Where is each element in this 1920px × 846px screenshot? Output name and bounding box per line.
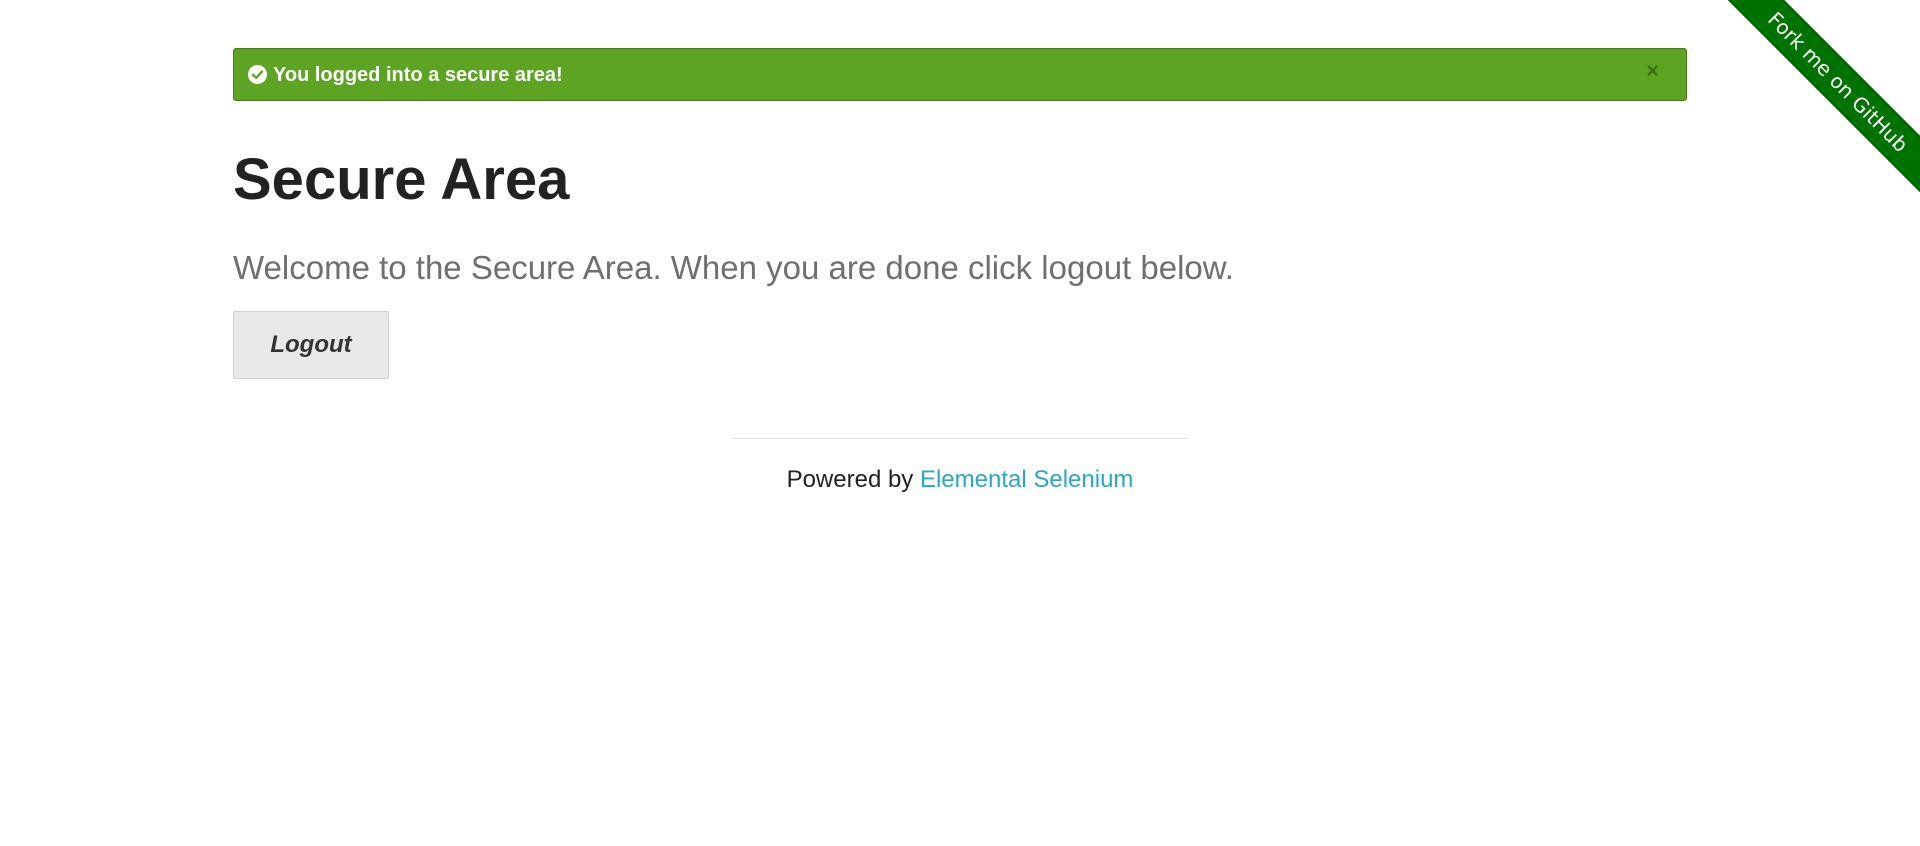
flash-success-message: You logged into a secure area! × [233,48,1687,101]
flash-message-text: You logged into a secure area! [273,63,563,86]
logout-button[interactable]: Logout [233,311,389,379]
check-circle-icon [248,65,267,84]
github-ribbon-container: Fork me on GitHub [1710,0,1920,210]
fork-me-on-github-ribbon[interactable]: Fork me on GitHub [1717,0,1920,203]
page: You logged into a secure area! × Secure … [0,0,1920,846]
footer-divider [733,438,1187,439]
close-icon[interactable]: × [1646,60,1659,82]
elemental-selenium-link[interactable]: Elemental Selenium [920,466,1133,493]
page-title: Secure Area [233,147,570,212]
footer: Powered by Elemental Selenium [0,466,1920,494]
welcome-subheader: Welcome to the Secure Area. When you are… [233,249,1234,286]
footer-prefix: Powered by [786,466,920,493]
